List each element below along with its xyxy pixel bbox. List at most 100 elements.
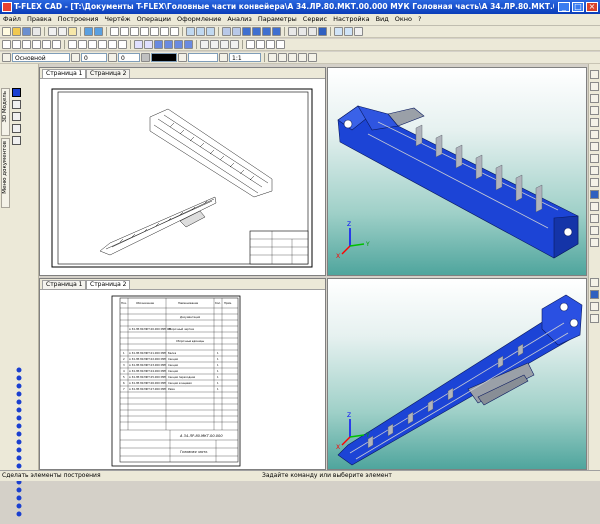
tolerance-icon[interactable] (108, 40, 117, 49)
view-right-icon[interactable] (590, 154, 599, 163)
menu-service[interactable]: Сервис (300, 14, 330, 25)
menu-settings[interactable]: Настройка (330, 14, 372, 25)
menu-constructions[interactable]: Построения (55, 14, 102, 25)
undo-icon[interactable] (84, 27, 93, 36)
roughness-icon[interactable] (98, 40, 107, 49)
zoom-window-icon[interactable] (186, 27, 195, 36)
specification-sheet[interactable]: Поз. Обозначение Наименование Кол. Прим.… (40, 290, 325, 470)
save-icon[interactable] (22, 27, 31, 36)
menu-file[interactable]: Файл (0, 14, 24, 25)
new-document-icon[interactable] (2, 27, 11, 36)
checkbox-icon[interactable] (12, 100, 21, 109)
boolean-icon[interactable] (262, 27, 271, 36)
perspective-icon[interactable] (590, 226, 599, 235)
hidden-lines-icon[interactable] (590, 314, 599, 323)
menu-analysis[interactable]: Анализ (224, 14, 255, 25)
assembly-icon[interactable] (230, 40, 239, 49)
color-picker-icon[interactable] (141, 53, 150, 62)
ellipse-icon[interactable] (42, 40, 51, 49)
pan-icon[interactable] (206, 27, 215, 36)
bom-icon[interactable] (266, 40, 275, 49)
level-combo[interactable]: 0 (81, 53, 107, 62)
zoom-extents-icon[interactable] (590, 106, 599, 115)
close-button[interactable]: × (586, 2, 598, 12)
layer-combo[interactable]: Основной (12, 53, 70, 62)
zoom-icon[interactable] (590, 82, 599, 91)
tab-3d-model[interactable]: 3D Модель (1, 88, 10, 136)
maximize-button[interactable]: □ (572, 2, 584, 12)
window-tile-icon[interactable] (334, 27, 343, 36)
tab-page-2[interactable]: Страница 2 (86, 280, 131, 289)
linetype-icon[interactable] (178, 53, 187, 62)
print-icon[interactable] (32, 27, 41, 36)
text-icon[interactable] (170, 27, 179, 36)
help-icon[interactable] (354, 27, 363, 36)
leader-icon[interactable] (118, 40, 127, 49)
copy-icon[interactable] (58, 27, 67, 36)
spline-icon[interactable] (52, 40, 61, 49)
profile-icon[interactable] (232, 27, 241, 36)
pan-view-icon[interactable] (590, 94, 599, 103)
dimension-icon[interactable] (160, 27, 169, 36)
picture-icon[interactable] (78, 40, 87, 49)
hatch-icon[interactable] (150, 27, 159, 36)
view-front-icon[interactable] (288, 27, 297, 36)
app-icon[interactable] (2, 2, 12, 12)
shaded-icon[interactable] (590, 190, 599, 199)
measure-icon[interactable] (200, 40, 209, 49)
snap-icon[interactable] (268, 53, 277, 62)
graphic-line-icon[interactable] (140, 27, 149, 36)
3d-view-bottom[interactable]: Z X Y (327, 278, 587, 470)
construction-line-icon[interactable] (22, 40, 31, 49)
checkbox-icon[interactable] (12, 136, 21, 145)
open-icon[interactable] (12, 27, 21, 36)
node-icon[interactable] (130, 27, 139, 36)
pages-icon[interactable] (276, 40, 285, 49)
minimize-button[interactable]: _ (558, 2, 570, 12)
tab-page-1[interactable]: Страница 1 (42, 280, 87, 289)
panel-icon[interactable] (12, 88, 21, 97)
3d-node-icon[interactable] (134, 40, 143, 49)
3d-view-top[interactable]: Z X Y (327, 67, 587, 276)
paste-icon[interactable] (68, 27, 77, 36)
tab-document-menu[interactable]: Меню документов (1, 138, 10, 208)
refresh-icon[interactable] (308, 53, 317, 62)
menu-parameters[interactable]: Параметры (255, 14, 300, 25)
menu-help[interactable]: ? (415, 14, 424, 25)
section-view-icon[interactable] (590, 238, 599, 247)
menu-edit[interactable]: Правка (24, 14, 55, 25)
shaded-icon[interactable] (590, 290, 599, 299)
rotate-body-icon[interactable] (252, 27, 261, 36)
3d-model-view[interactable]: Z X Y (328, 68, 587, 276)
view-front-icon[interactable] (590, 118, 599, 127)
projection-icon[interactable] (220, 40, 229, 49)
rotate-view-icon[interactable] (590, 70, 599, 79)
fillet-icon[interactable] (272, 27, 281, 36)
loft-icon[interactable] (154, 40, 163, 49)
cut-icon[interactable] (48, 27, 57, 36)
table-icon[interactable] (88, 40, 97, 49)
menu-drawing[interactable]: Чертёж (101, 14, 133, 25)
variables-icon[interactable] (256, 40, 265, 49)
select-icon[interactable] (2, 40, 11, 49)
drawing-window-bottom[interactable]: Страница 1 Страница 2 Поз. Обозначение Н… (39, 278, 326, 470)
tab-page-1[interactable]: Страница 1 (42, 69, 87, 78)
ortho-icon[interactable] (288, 53, 297, 62)
checkbox-icon[interactable] (12, 112, 21, 121)
shell-icon[interactable] (174, 40, 183, 49)
view-iso-icon[interactable] (308, 27, 317, 36)
priority-combo[interactable]: 0 (118, 53, 140, 62)
view-top-icon[interactable] (298, 27, 307, 36)
3d-path-icon[interactable] (144, 40, 153, 49)
tab-page-2[interactable]: Страница 2 (86, 69, 131, 78)
window-split-icon[interactable] (344, 27, 353, 36)
zoom-combo[interactable]: 1:1 (229, 53, 261, 62)
grid-icon[interactable] (278, 53, 287, 62)
wireframe-icon[interactable] (590, 202, 599, 211)
circle-icon[interactable] (120, 27, 129, 36)
linetype-combo[interactable] (188, 53, 218, 62)
layers-icon[interactable] (246, 40, 255, 49)
fragment-icon[interactable] (68, 40, 77, 49)
sweep-icon[interactable] (164, 40, 173, 49)
redo-icon[interactable] (94, 27, 103, 36)
